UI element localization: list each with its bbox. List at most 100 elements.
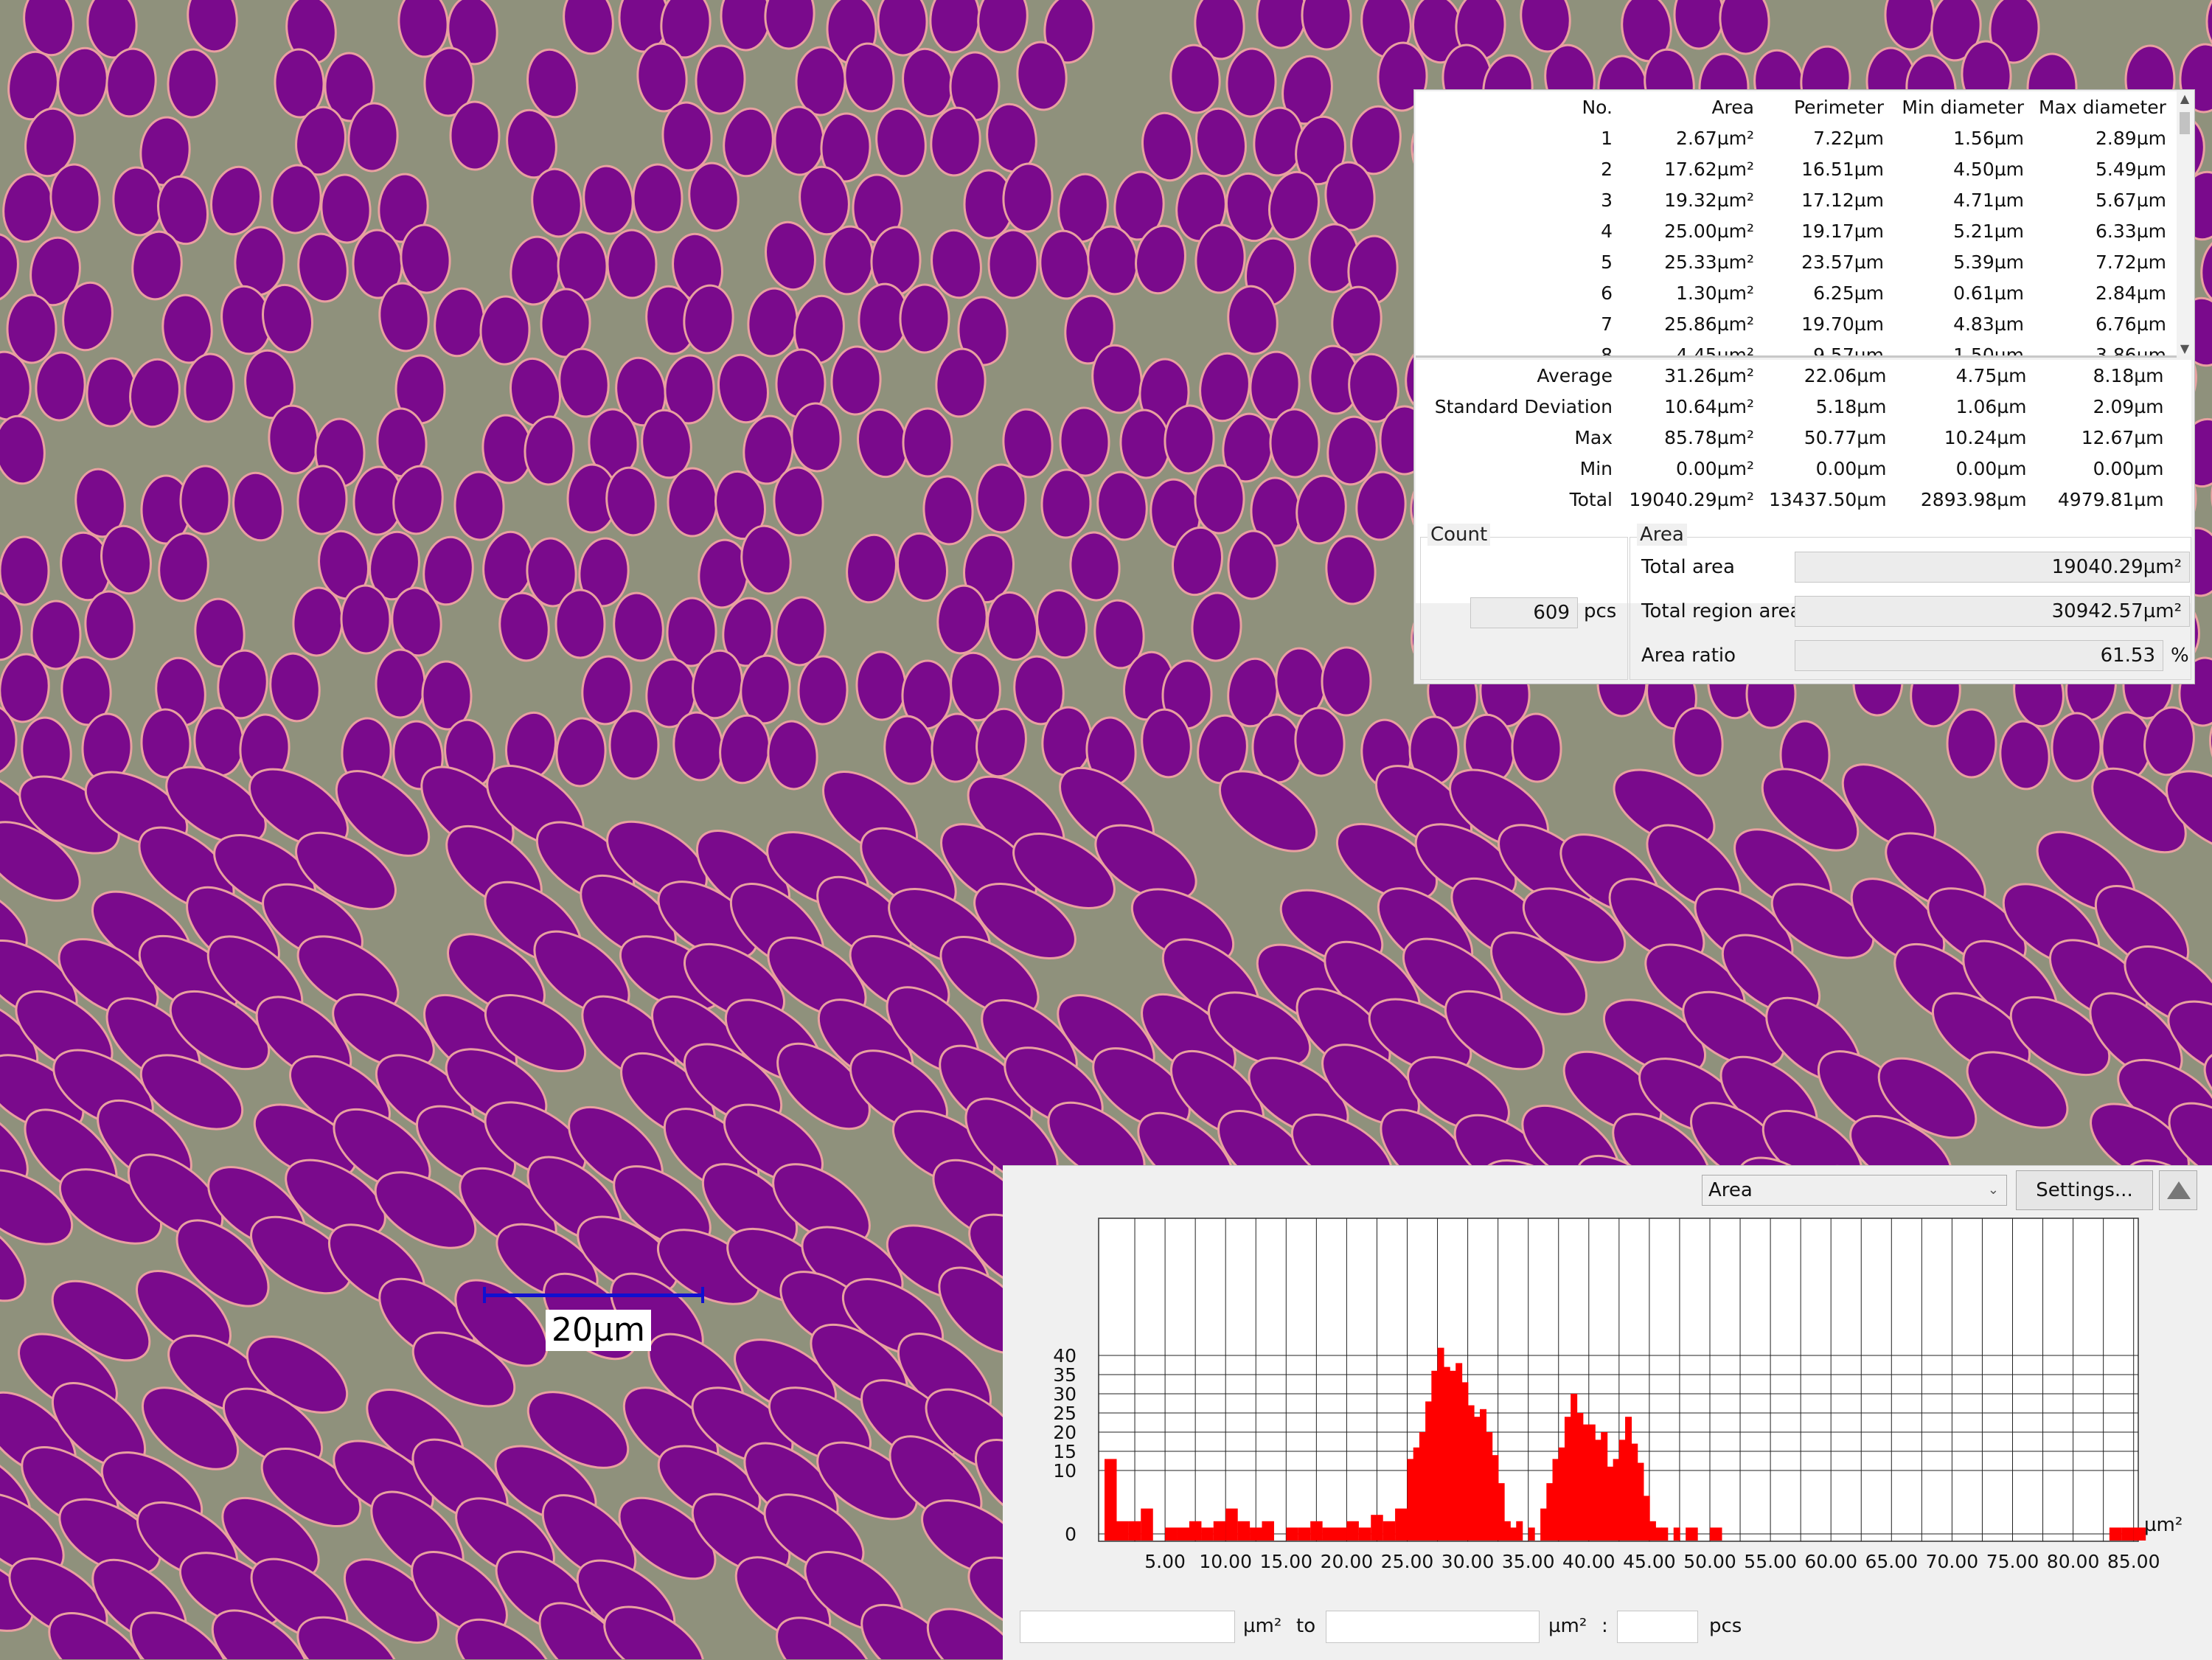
range-min-input[interactable] — [1020, 1611, 1235, 1643]
particle — [1194, 464, 1245, 535]
y-tick-label: 35 — [1053, 1364, 1077, 1386]
stats-cell: 85.78µm² — [1664, 426, 1754, 448]
particle — [899, 283, 950, 354]
stats-cell: 2893.98µm — [1920, 488, 2027, 510]
x-tick-label: 40.00 — [1562, 1551, 1615, 1572]
particle — [479, 295, 531, 366]
histogram-bar — [1310, 1521, 1323, 1541]
table-cell: 2.89µm — [2096, 127, 2166, 149]
histogram-bar — [1480, 1409, 1487, 1541]
measurement-list[interactable]: No. Area Perimeter Min diameter Max diam… — [1416, 91, 2177, 358]
scale-bar-label: 20µm — [546, 1310, 651, 1351]
stats-cell: 4.75µm — [1955, 364, 2027, 386]
x-tick-label: 80.00 — [2047, 1551, 2100, 1572]
histogram-bar — [1571, 1394, 1578, 1541]
stats-cell: 13437.50µm — [1769, 488, 1887, 510]
table-row[interactable]: 8 4.45µm² 9.57µm 1.50µm 3.86µm — [1416, 339, 2174, 358]
stats-cell: 19040.29µm² — [1629, 488, 1754, 510]
histogram-bar — [1407, 1459, 1414, 1541]
particle — [340, 584, 392, 655]
total-area-field: 19040.29µm² — [1795, 552, 2190, 583]
stats-row: Min 0.00µm² 0.00µm 0.00µm 0.00µm — [1416, 453, 2171, 484]
table-row[interactable]: 4 25.00µm² 19.17µm 5.21µm 6.33µm — [1416, 215, 2174, 246]
table-cell: 7.72µm — [2096, 251, 2166, 273]
stats-cell: 8.18µm — [2093, 364, 2164, 386]
stats-cell: 0.00µm — [1815, 457, 1887, 479]
table-row[interactable]: 3 19.32µm² 17.12µm 4.71µm 5.67µm — [1416, 184, 2174, 215]
range-count-input[interactable] — [1617, 1611, 1698, 1643]
histogram-bar — [1546, 1483, 1554, 1541]
histogram-bar — [1177, 1527, 1190, 1541]
y-tick-label: 10 — [1053, 1460, 1077, 1482]
count-unit: pcs — [1584, 600, 1617, 622]
x-tick-label: 30.00 — [1441, 1551, 1495, 1572]
x-tick-label: 45.00 — [1623, 1551, 1676, 1572]
column-header-min-diameter[interactable]: Min diameter — [1891, 91, 2031, 122]
histogram-bar — [1564, 1417, 1571, 1541]
area-title: Area — [1637, 524, 1687, 546]
particle — [1040, 468, 1092, 539]
count-group: Count 609 pcs — [1420, 524, 1628, 686]
histogram-bar — [1382, 1521, 1396, 1541]
scroll-thumb[interactable] — [2180, 112, 2190, 134]
x-tick-label: 25.00 — [1381, 1551, 1434, 1572]
histogram-bar — [1437, 1347, 1444, 1541]
particle — [987, 229, 1039, 299]
table-row[interactable]: 5 25.33µm² 23.57µm 5.39µm 7.72µm — [1416, 246, 2174, 277]
table-cell: 1.50µm — [1953, 344, 2024, 358]
particle — [0, 535, 50, 606]
column-header-no[interactable]: No. — [1416, 91, 1620, 122]
stats-cell: 10.64µm² — [1664, 395, 1754, 417]
particle — [375, 648, 426, 719]
histogram-bar — [1588, 1424, 1596, 1541]
x-tick-label: 55.00 — [1744, 1551, 1797, 1572]
area-ratio-field: 61.53 — [1795, 640, 2163, 671]
table-scrollbar[interactable]: ▲ ▼ — [2177, 91, 2193, 355]
histogram-bar — [1558, 1447, 1565, 1541]
table-cell: 4.45µm² — [1676, 344, 1754, 358]
table-cell: 7.22µm — [1813, 127, 1884, 149]
table-cell: 4.50µm — [1953, 158, 2024, 180]
x-axis-unit: µm² — [2144, 1514, 2183, 1536]
histogram-bar — [1528, 1527, 1535, 1541]
table-cell: 5.49µm — [2096, 158, 2166, 180]
table-cell: 4.83µm — [1953, 313, 2024, 335]
range-max-input[interactable] — [1326, 1611, 1540, 1643]
y-tick-label: 0 — [1065, 1524, 1077, 1545]
scroll-up-icon[interactable]: ▲ — [2177, 91, 2193, 105]
table-cell: 25.00µm² — [1664, 220, 1754, 242]
table-cell: 1 — [1601, 127, 1613, 149]
table-row[interactable]: 2 17.62µm² 16.51µm 4.50µm 5.49µm — [1416, 153, 2174, 184]
histogram-bar — [1661, 1527, 1669, 1541]
histogram-bar — [1582, 1424, 1590, 1541]
histogram-bar — [1486, 1432, 1493, 1541]
histogram-bar — [1613, 1459, 1620, 1541]
range-min-unit: µm² — [1243, 1615, 1282, 1637]
settings-button[interactable]: Settings... — [2016, 1170, 2153, 1210]
histogram-bar — [1105, 1459, 1117, 1541]
column-header-max-diameter[interactable]: Max diameter — [2031, 91, 2174, 122]
collapse-button[interactable] — [2159, 1170, 2197, 1210]
table-row[interactable]: 1 2.67µm² 7.22µm 1.56µm 2.89µm — [1416, 122, 2174, 153]
table-cell: 1.56µm — [1953, 127, 2024, 149]
table-row[interactable]: 6 1.30µm² 6.25µm 0.61µm 2.84µm — [1416, 277, 2174, 308]
scroll-down-icon[interactable]: ▼ — [2177, 341, 2193, 355]
stats-row: Total 19040.29µm² 13437.50µm 2893.98µm 4979.… — [1416, 484, 2171, 515]
area-ratio-label: Area ratio — [1641, 645, 1736, 667]
x-tick-label: 85.00 — [2107, 1551, 2160, 1572]
table-row[interactable]: 7 25.86µm² 19.70µm 4.83µm 6.76µm — [1416, 308, 2174, 339]
particle — [975, 463, 1027, 534]
histogram-bar — [1601, 1432, 1608, 1541]
stats-cell: 0.00µm² — [1676, 457, 1754, 479]
table-cell: 5 — [1601, 251, 1613, 273]
table-cell: 23.57µm — [1801, 251, 1884, 273]
scale-bar — [483, 1287, 704, 1303]
histogram-bar — [1334, 1527, 1347, 1541]
histogram-bar — [1473, 1417, 1481, 1541]
range-colon: : — [1601, 1615, 1608, 1637]
table-cell: 2.84µm — [2096, 282, 2166, 304]
column-header-area[interactable]: Area — [1620, 91, 1761, 122]
column-header-perimeter[interactable]: Perimeter — [1761, 91, 1891, 122]
histogram-metric-dropdown[interactable]: Area ⌄ — [1702, 1175, 2007, 1206]
particle — [795, 46, 846, 117]
